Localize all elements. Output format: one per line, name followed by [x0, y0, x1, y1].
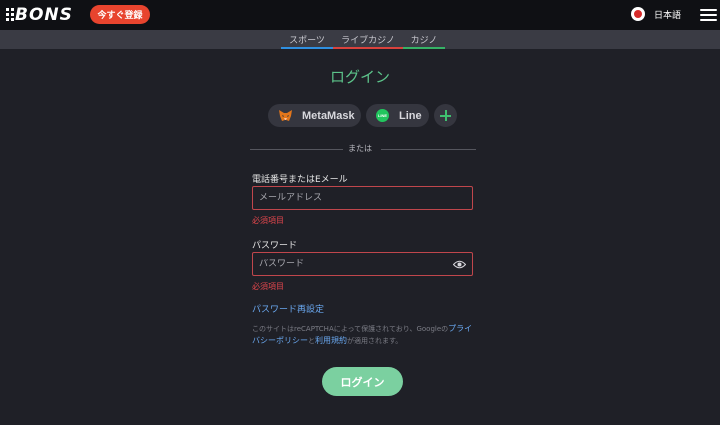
password-error: 必須項目 [252, 282, 284, 291]
hamburger-menu-icon[interactable] [700, 9, 717, 21]
or-label: または [348, 144, 372, 153]
password-label: パスワード [252, 241, 298, 251]
password-input[interactable] [259, 259, 439, 269]
phone-email-label: 電話番号またはEメール [252, 175, 348, 185]
recaptcha-notice: このサイトはreCAPTCHAによって保護されており、Googleのプライバシー… [252, 323, 477, 347]
plus-icon [440, 110, 451, 121]
category-tabs: スポーツ ライブカジノ カジノ [0, 30, 720, 49]
line-label: Line [399, 109, 422, 122]
logo-dots-icon [6, 8, 14, 22]
logo[interactable]: BONS [6, 5, 73, 25]
tab-sports[interactable]: スポーツ [281, 30, 333, 49]
recaptcha-and: と [308, 337, 315, 345]
metamask-fox-icon [279, 109, 292, 121]
tab-live-casino[interactable]: ライブカジノ [333, 30, 403, 49]
line-login-button[interactable]: LINE Line [366, 104, 429, 127]
metamask-login-button[interactable]: MetaMask [268, 104, 361, 127]
login-button[interactable]: ログイン [322, 367, 403, 396]
tab-label: ライブカジノ [341, 36, 395, 46]
tab-underline [403, 47, 445, 49]
terms-link[interactable]: 利用規約 [315, 336, 347, 345]
email-field-box [252, 186, 473, 210]
divider-right [381, 149, 476, 150]
japan-flag-icon [631, 7, 645, 21]
more-login-options-button[interactable] [434, 104, 457, 127]
tab-label: カジノ [410, 36, 438, 46]
language-label: 日本語 [654, 10, 682, 21]
top-bar: BONS 今すぐ登録 日本語 [0, 0, 720, 30]
page-title: ログイン [329, 68, 390, 86]
password-field-box [252, 252, 473, 276]
email-error: 必須項目 [252, 216, 284, 225]
tab-underline [333, 47, 403, 49]
password-reset-link[interactable]: パスワード再設定 [252, 302, 324, 315]
recaptcha-prefix: このサイトはreCAPTCHAによって保護されており、Googleの [252, 325, 449, 333]
tab-underline [281, 47, 333, 49]
email-input[interactable] [259, 193, 439, 203]
logo-text: BONS [15, 5, 73, 25]
tab-casino[interactable]: カジノ [403, 30, 445, 49]
eye-icon[interactable] [453, 259, 466, 270]
tab-label: スポーツ [289, 36, 325, 46]
language-selector[interactable]: 日本語 [631, 7, 681, 21]
signup-button[interactable]: 今すぐ登録 [90, 5, 150, 24]
recaptcha-suffix: が適用されます。 [347, 337, 403, 345]
metamask-label: MetaMask [302, 109, 355, 122]
line-icon: LINE [376, 109, 389, 122]
